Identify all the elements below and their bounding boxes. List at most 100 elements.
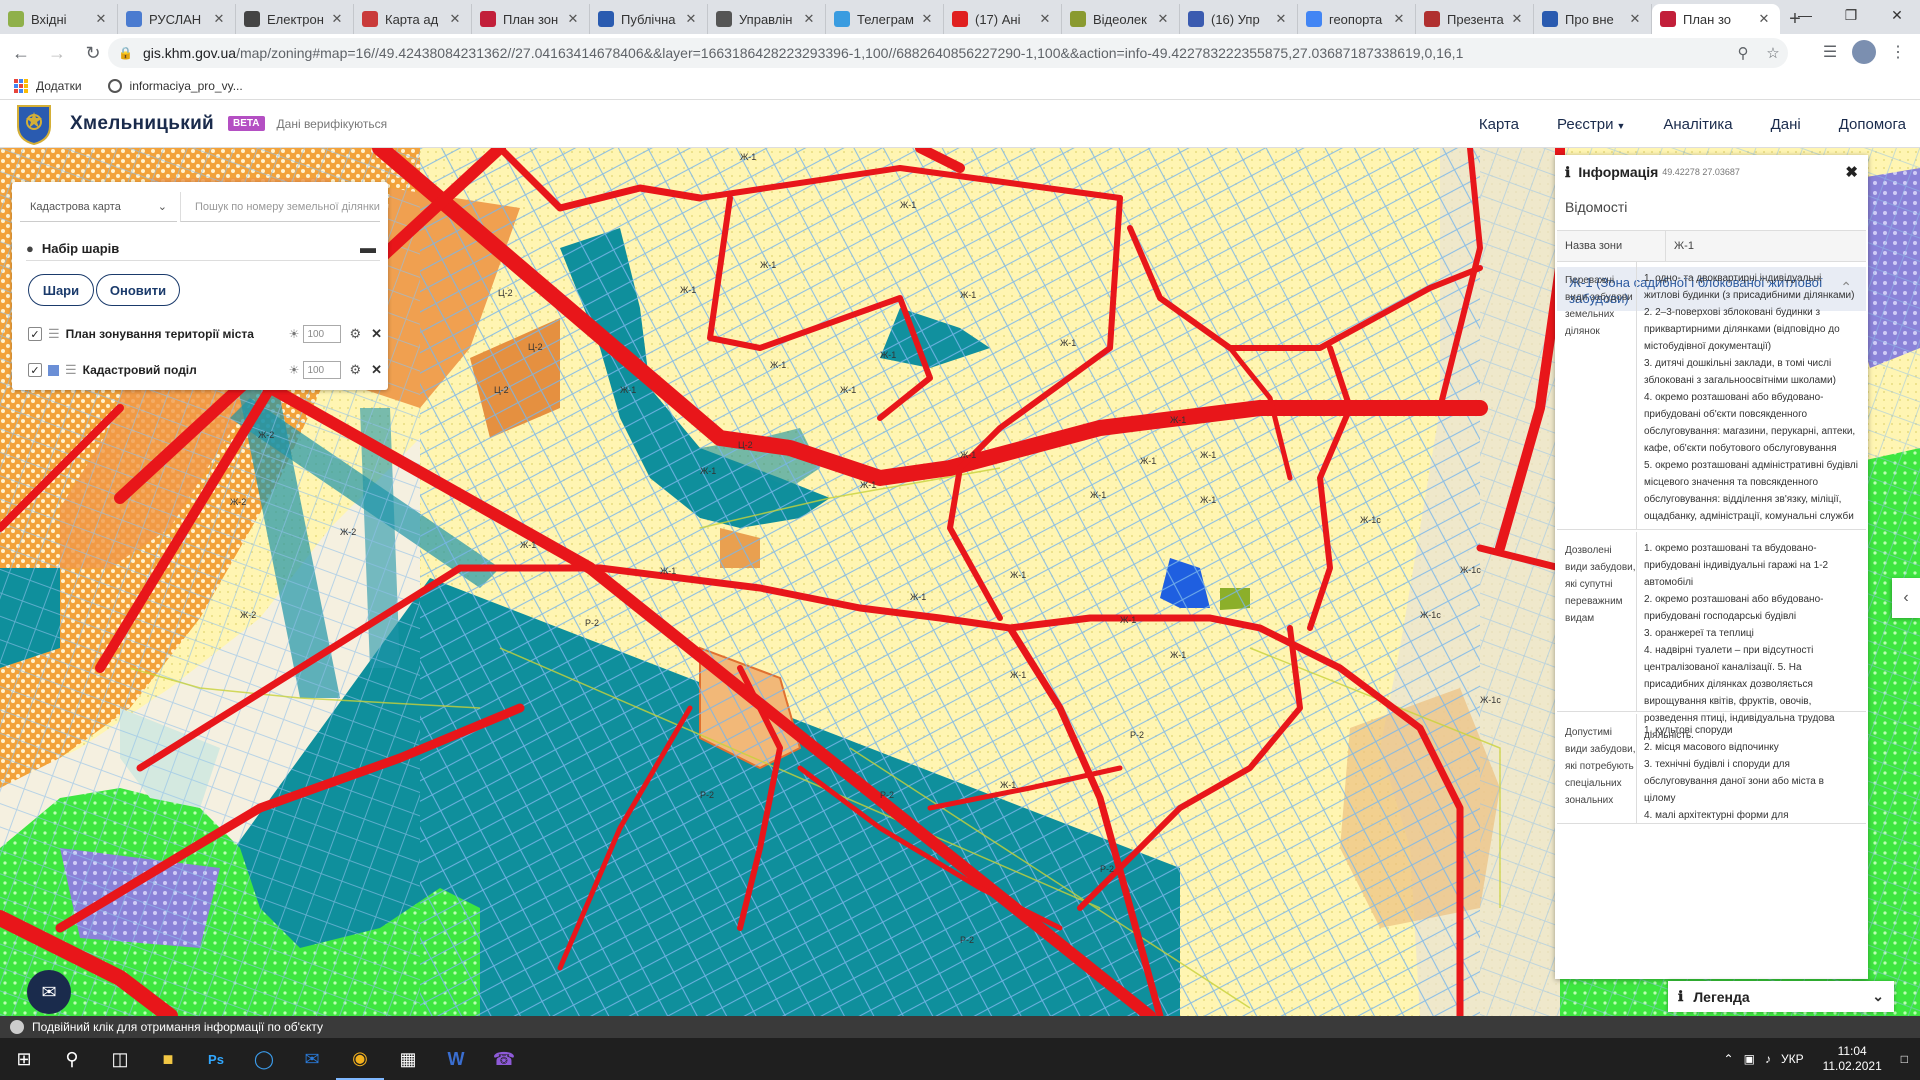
menu-item-data[interactable]: Дані (1771, 116, 1801, 133)
tab-close-icon[interactable]: ✕ (93, 11, 109, 27)
reload-icon[interactable]: ↻ (78, 38, 108, 68)
chat-button[interactable]: ✉ (27, 970, 71, 1014)
zone-label: Ж-1 (1140, 456, 1156, 466)
zone-label: Р-2 (1130, 730, 1144, 740)
tab-close-icon[interactable]: ✕ (919, 11, 935, 27)
tab-close-icon[interactable]: ✕ (801, 11, 817, 27)
browser-tab[interactable]: геопорта ✕ (1298, 4, 1416, 34)
zoom-icon[interactable]: ⚲ (1728, 44, 1758, 62)
block-line: 2. місця масового відпочинку (1644, 742, 1779, 753)
block-key: Дозволені види забудови, які супутні пер… (1557, 532, 1637, 711)
tab-close-icon[interactable]: ✕ (1509, 11, 1525, 27)
zone-label: Ж-1 (840, 385, 856, 395)
photoshop-icon[interactable]: Ps (192, 1038, 240, 1080)
browser-tab[interactable]: Презента ✕ (1416, 4, 1534, 34)
close-icon[interactable]: ✖ (1845, 163, 1858, 181)
search-icon[interactable]: ⚲ (48, 1038, 96, 1080)
collapse-panel-button[interactable]: ‹ (1892, 578, 1920, 618)
tab-favicon-icon (1306, 11, 1322, 27)
chrome-icon[interactable]: ◉ (336, 1038, 384, 1080)
layer-checkbox-zoning[interactable]: ✓ (28, 327, 42, 341)
parcel-search-input[interactable]: Пошук по номеру земельної ділянки (180, 192, 380, 222)
file-explorer-icon[interactable]: ■ (144, 1038, 192, 1080)
calculator-icon[interactable]: ▦ (384, 1038, 432, 1080)
reading-list-icon[interactable]: ☰ (1816, 38, 1844, 66)
restore-window-icon[interactable]: ❐ (1828, 0, 1874, 30)
menu-item-analytics[interactable]: Аналітика (1663, 116, 1732, 133)
tab-close-icon[interactable]: ✕ (1627, 11, 1643, 27)
block-key: Допустимі види забудови, які потребують … (1557, 714, 1637, 823)
layer-checkbox-cadastral[interactable]: ✓ (28, 363, 42, 377)
edge-icon[interactable]: ◯ (240, 1038, 288, 1080)
zone-label: Ж-1 (1120, 615, 1136, 625)
task-view-icon[interactable]: ◫ (96, 1038, 144, 1080)
back-icon[interactable]: ← (6, 38, 36, 68)
status-text: Подвійний клік для отримання інформації … (32, 1020, 324, 1034)
browser-tab[interactable]: Карта ад ✕ (354, 4, 472, 34)
browser-tab[interactable]: Публічна ✕ (590, 4, 708, 34)
tab-close-icon[interactable]: ✕ (683, 11, 699, 27)
volume-icon[interactable]: ♪ (1765, 1052, 1771, 1066)
browser-tab[interactable]: РУСЛАН ✕ (118, 4, 236, 34)
browser-tab[interactable]: Вхідні ✕ (0, 4, 118, 34)
opacity-input-cadastral[interactable] (303, 361, 342, 379)
map-type-select[interactable]: Кадастрова карта ⌄ (20, 192, 177, 222)
tab-close-icon[interactable]: ✕ (1037, 11, 1053, 27)
remove-icon[interactable]: ✕ (371, 326, 382, 342)
remove-icon[interactable]: ✕ (371, 362, 382, 378)
url-field[interactable]: 🔒 gis.khm.gov.ua/map/zoning#map=16//49.4… (108, 38, 1788, 68)
clock[interactable]: 11:04 11.02.2021 (1823, 1044, 1882, 1074)
legend-toggle[interactable]: ℹ Легенда ⌄ (1668, 981, 1894, 1012)
browser-tab[interactable]: Телеграм ✕ (826, 4, 944, 34)
viber-icon[interactable]: ☎ (480, 1038, 528, 1080)
forward-icon[interactable]: → (42, 38, 72, 68)
notifications-icon[interactable]: □ (1901, 1052, 1908, 1066)
close-window-icon[interactable]: ✕ (1874, 0, 1920, 30)
info-panel: ℹ Інформація 49.42278 27.03687 ✖ Відомост… (1555, 155, 1868, 979)
refresh-button[interactable]: Оновити (96, 274, 180, 306)
browser-tab[interactable]: Управлін ✕ (708, 4, 826, 34)
tab-close-icon[interactable]: ✕ (1273, 11, 1289, 27)
browser-tab[interactable]: (16) Упр ✕ (1180, 4, 1298, 34)
bookmark-informaciya[interactable]: informaciya_pro_vy... (107, 78, 243, 93)
drag-handle-icon[interactable]: ☰ (65, 362, 77, 378)
gear-icon[interactable]: ⚙ (349, 362, 361, 378)
tab-close-icon[interactable]: ✕ (565, 11, 581, 27)
gear-icon[interactable]: ⚙ (349, 326, 361, 342)
star-icon[interactable]: ☆ (1758, 44, 1788, 62)
browser-tab[interactable]: План зон ✕ (472, 4, 590, 34)
layers-button[interactable]: Шари (28, 274, 94, 306)
minimize-window-icon[interactable]: — (1782, 0, 1828, 30)
url-text[interactable]: gis.khm.gov.ua/map/zoning#map=16//49.424… (143, 45, 1728, 61)
menu-dots-icon[interactable]: ⋮ (1884, 38, 1912, 66)
browser-tab[interactable]: Відеолек ✕ (1062, 4, 1180, 34)
tab-close-icon[interactable]: ✕ (1756, 11, 1772, 27)
tab-close-icon[interactable]: ✕ (1155, 11, 1171, 27)
minimize-icon[interactable]: ▬ (360, 240, 376, 258)
drag-handle-icon[interactable]: ☰ (48, 326, 60, 342)
tab-close-icon[interactable]: ✕ (447, 11, 463, 27)
word-icon[interactable]: W (432, 1038, 480, 1080)
menu-item-registries[interactable]: Реєстри ▼ (1557, 116, 1625, 133)
app-title[interactable]: Хмельницький (70, 113, 214, 135)
browser-tab[interactable]: Про вне ✕ (1534, 4, 1652, 34)
language-indicator[interactable]: УКР (1781, 1052, 1804, 1066)
outlook-icon[interactable]: ✉ (288, 1038, 336, 1080)
tab-close-icon[interactable]: ✕ (211, 11, 227, 27)
chevron-down-icon: ⌄ (157, 201, 167, 213)
block-line: 1. одно- та двоквартирні індивідуальні ж… (1644, 273, 1855, 301)
browser-tab[interactable]: План зо ✕ (1652, 4, 1780, 34)
menu-item-map[interactable]: Карта (1479, 116, 1519, 133)
network-icon[interactable]: ▣ (1744, 1052, 1755, 1066)
zone-label: Ж-1 (680, 285, 696, 295)
browser-tab[interactable]: (17) Ані ✕ (944, 4, 1062, 34)
profile-avatar[interactable] (1850, 38, 1878, 66)
menu-item-help[interactable]: Допомога (1839, 116, 1906, 133)
windows-start-icon[interactable]: ⊞ (0, 1038, 48, 1080)
browser-tab[interactable]: Електрон ✕ (236, 4, 354, 34)
bookmark-apps[interactable]: Додатки (14, 78, 82, 93)
tray-arrow-icon[interactable]: ⌃ (1724, 1052, 1734, 1066)
tab-close-icon[interactable]: ✕ (329, 11, 345, 27)
opacity-input-zoning[interactable] (303, 325, 342, 343)
tab-close-icon[interactable]: ✕ (1391, 11, 1407, 27)
